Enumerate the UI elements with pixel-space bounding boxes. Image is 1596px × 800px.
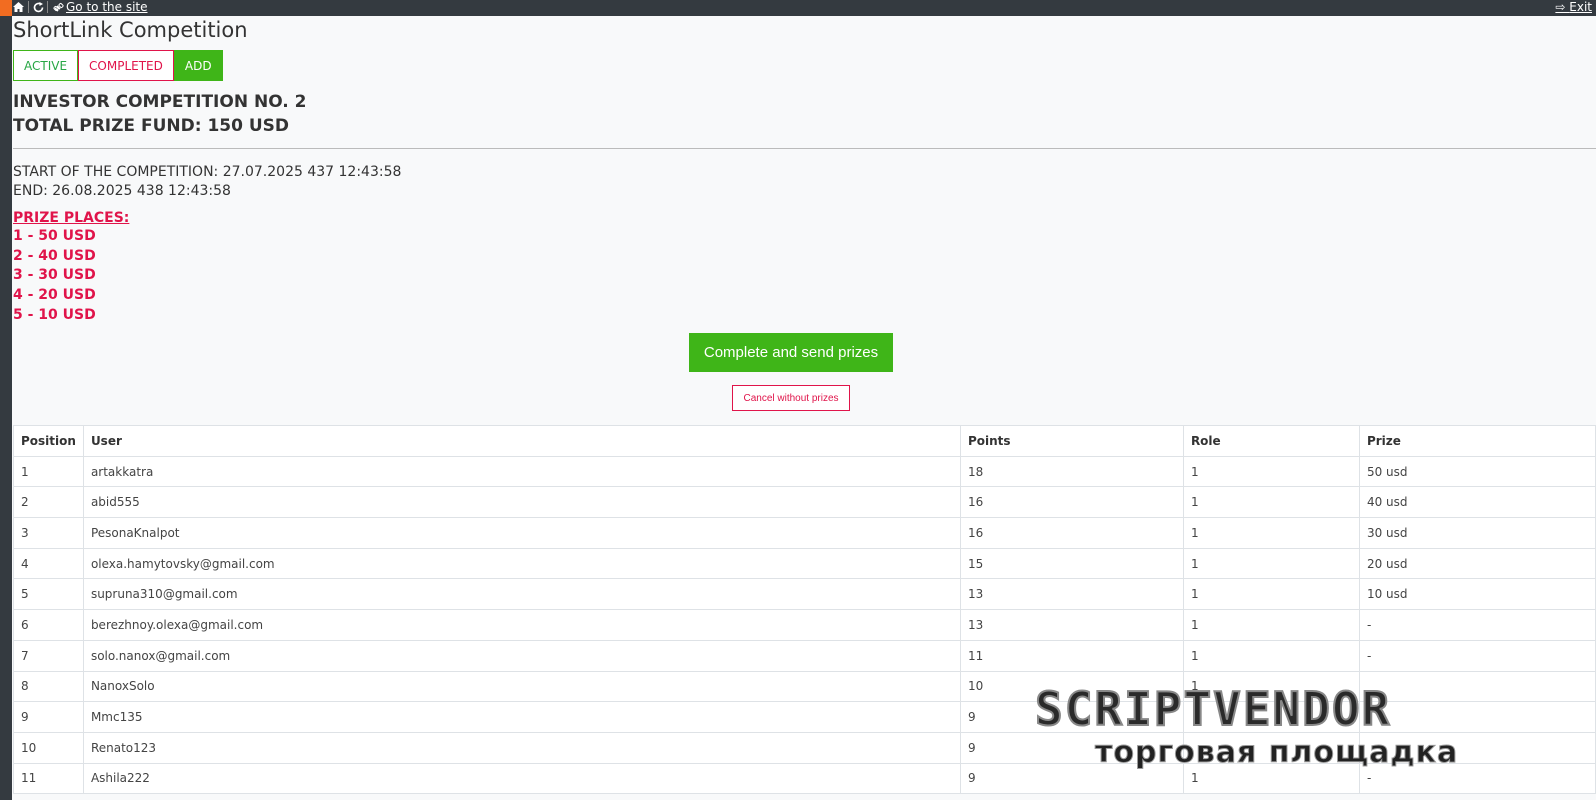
cell-prize: 50 usd — [1358, 455, 1596, 488]
cell-points: 13 — [959, 578, 1184, 611]
column-header-prize: Prize — [1358, 425, 1596, 457]
cell-position: 1 — [13, 455, 84, 488]
table-row: 4 olexa.hamytovsky@gmail.com 15 1 20 usd — [13, 547, 1596, 580]
cell-role: 1 — [1182, 547, 1360, 580]
cell-position: 8 — [13, 670, 84, 703]
cell-points: 16 — [959, 517, 1184, 549]
cell-points: 11 — [959, 639, 1184, 672]
cell-points: 15 — [959, 547, 1184, 580]
cell-position: 10 — [13, 731, 84, 764]
top-navbar: Go to the site ⇨ Exit — [0, 0, 1596, 16]
prize-place: 1 - 50 USD — [13, 228, 96, 244]
cell-prize: - — [1358, 609, 1596, 641]
cell-user: Ashila222 — [82, 762, 961, 795]
column-header-user: User — [82, 425, 961, 457]
cell-user: Renato123 — [82, 731, 961, 764]
cell-user: PesonaKnalpot — [82, 517, 961, 549]
page-title: ShortLink Competition — [13, 18, 248, 42]
watermark-subtitle: торговая площадка — [1094, 735, 1459, 770]
cell-position: 6 — [13, 609, 84, 641]
cell-role: 1 — [1182, 639, 1360, 672]
cell-points: 13 — [959, 609, 1184, 641]
cell-points: 18 — [959, 455, 1184, 488]
prize-places-list: 1 - 50 USD 2 - 40 USD 3 - 30 USD 4 - 20 … — [13, 227, 96, 325]
separator — [47, 1, 48, 13]
cell-role: 1 — [1182, 578, 1360, 611]
complete-and-send-prizes-button[interactable]: Complete and send prizes — [689, 333, 893, 372]
cell-role: 1 — [1182, 486, 1360, 519]
tab-add[interactable]: ADD — [173, 50, 223, 81]
exit-link[interactable]: ⇨ Exit — [1555, 0, 1592, 14]
link-icon — [52, 1, 64, 13]
cell-user: abid555 — [82, 486, 961, 519]
column-header-position: Position — [13, 425, 84, 457]
table-row: 1 artakkatra 18 1 50 usd — [13, 455, 1596, 488]
separator — [28, 1, 29, 13]
prize-fund: TOTAL PRIZE FUND: 150 USD — [13, 116, 290, 136]
cell-user: solo.nanox@gmail.com — [82, 639, 961, 672]
competition-start: START OF THE COMPETITION: 27.07.2025 437… — [13, 164, 402, 180]
cell-position: 7 — [13, 639, 84, 672]
cell-position: 2 — [13, 486, 84, 519]
tab-completed[interactable]: COMPLETED — [78, 50, 174, 81]
competition-tabs: ACTIVE COMPLETED ADD — [13, 50, 223, 81]
column-header-points: Points — [959, 425, 1184, 457]
column-header-role: Role — [1182, 425, 1360, 457]
table-row: 7 solo.nanox@gmail.com 11 1- — [13, 639, 1596, 672]
cell-user: berezhnoy.olexa@gmail.com — [82, 609, 961, 641]
table-row: 6 berezhnoy.olexa@gmail.com 13 1- — [13, 609, 1596, 641]
cell-points: 16 — [959, 486, 1184, 519]
prize-place: 5 - 10 USD — [13, 306, 96, 323]
cell-position: 9 — [13, 701, 84, 733]
refresh-icon[interactable] — [32, 1, 44, 13]
cell-user: olexa.hamytovsky@gmail.com — [82, 547, 961, 580]
cell-prize: 20 usd — [1358, 547, 1596, 580]
cell-prize: 40 usd — [1358, 486, 1596, 519]
divider — [13, 148, 1596, 149]
cell-prize: - — [1358, 639, 1596, 672]
prize-place: 3 - 30 USD — [13, 267, 96, 284]
competition-title: INVESTOR COMPETITION NO. 2 — [13, 92, 307, 112]
prize-place: 4 - 20 USD — [13, 287, 96, 304]
sidebar-accent — [0, 0, 12, 16]
table-row: 2 abid555 16 1 40 usd — [13, 486, 1596, 519]
competition-end: END: 26.08.2025 438 12:43:58 — [13, 183, 231, 199]
left-sidebar-strip — [0, 0, 12, 800]
cell-user: NanoxSolo — [82, 670, 961, 703]
table-row: 3 PesonaKnalpot 16 1 30 usd — [13, 517, 1596, 549]
cancel-without-prizes-button[interactable]: Cancel without prizes — [732, 385, 850, 411]
home-icon[interactable] — [12, 1, 24, 13]
tab-active[interactable]: ACTIVE — [13, 50, 79, 81]
watermark-logo-text: SCRIPTVENDOR — [1034, 682, 1392, 736]
prize-place: 2 - 40 USD — [13, 247, 96, 264]
table-row: 5 supruna310@gmail.com 13 1 10 usd — [13, 578, 1596, 611]
cell-position: 4 — [13, 547, 84, 580]
cell-user: Mmc135 — [82, 701, 961, 733]
go-to-site-link[interactable]: Go to the site — [66, 0, 148, 14]
prize-places-heading: PRIZE PLACES: — [13, 210, 130, 226]
cell-user: supruna310@gmail.com — [82, 578, 961, 611]
exit-icon: ⇨ — [1555, 0, 1570, 14]
cell-position: 11 — [13, 762, 84, 795]
cell-role: 1 — [1182, 455, 1360, 488]
cell-role: 1 — [1182, 609, 1360, 641]
cell-position: 5 — [13, 578, 84, 611]
cell-role: 1 — [1182, 517, 1360, 549]
table-header-row: Position User Points Role Prize — [13, 425, 1596, 457]
cell-prize: 30 usd — [1358, 517, 1596, 549]
cell-prize: 10 usd — [1358, 578, 1596, 611]
cell-user: artakkatra — [82, 455, 961, 488]
cell-position: 3 — [13, 517, 84, 549]
scriptvendor-watermark: SCRIPTVENDOR торговая площадка — [1034, 682, 1555, 784]
